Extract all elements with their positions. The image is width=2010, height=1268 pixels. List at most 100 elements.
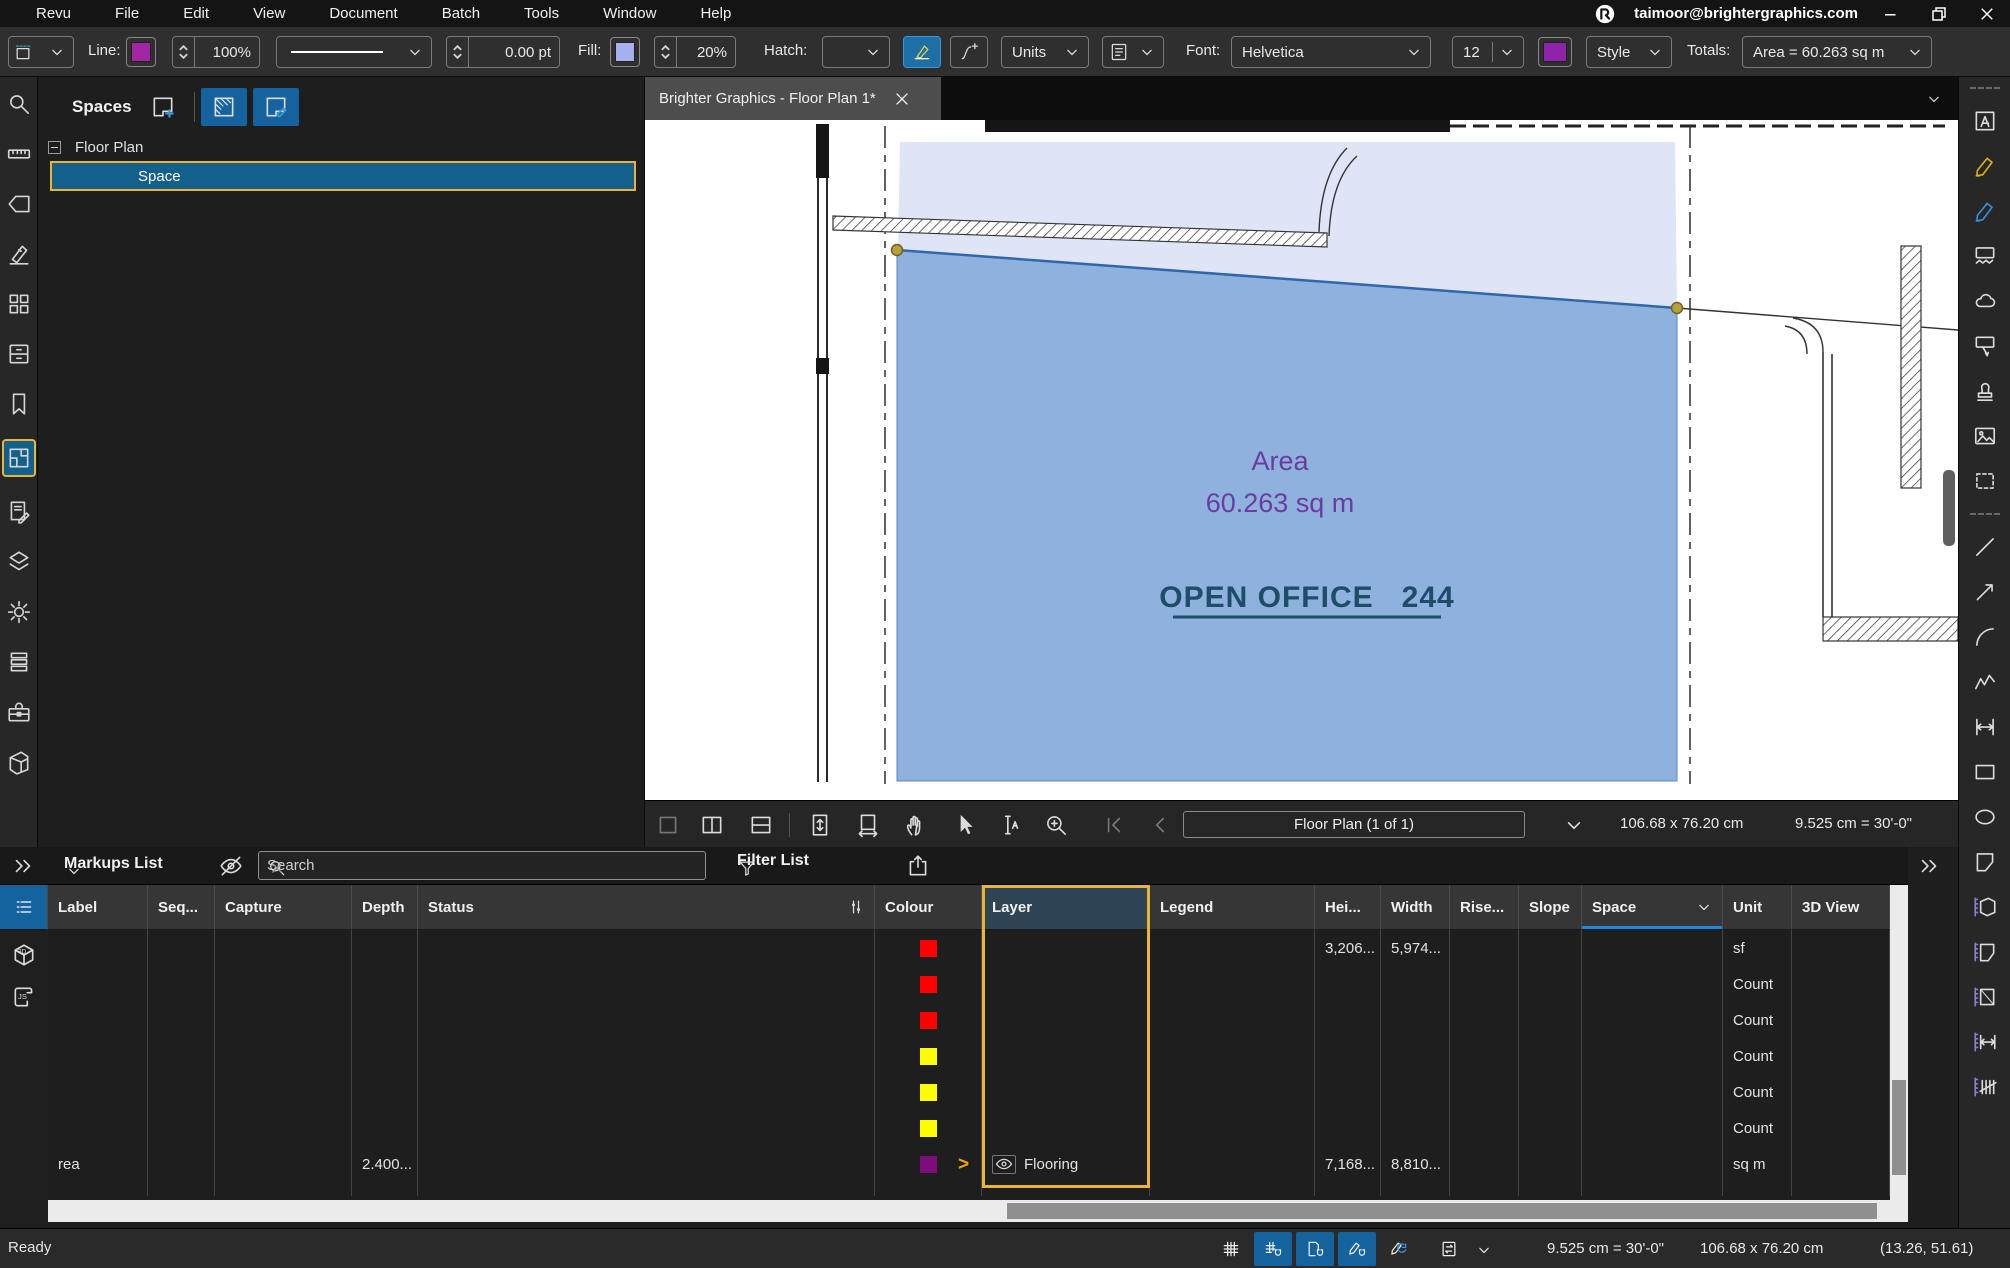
pen-tool-icon[interactable] xyxy=(1970,198,2000,224)
measure-polygon-tool-icon[interactable] xyxy=(1970,939,2000,965)
status-options-chevron-icon[interactable] xyxy=(1474,1240,1494,1260)
markups-vertical-scrollbar[interactable] xyxy=(1890,885,1908,1222)
thumbnails-icon[interactable] xyxy=(4,291,34,317)
stepper-arrows-icon[interactable] xyxy=(655,37,677,67)
select-icon[interactable] xyxy=(948,811,982,839)
single-page-view-icon[interactable] xyxy=(651,811,685,839)
3d-model-tree-icon[interactable]: 3D xyxy=(11,942,37,968)
menu-document[interactable]: Document xyxy=(307,0,419,27)
column-header-label[interactable]: Label xyxy=(48,885,148,930)
column-header-rise-[interactable]: Rise... xyxy=(1450,885,1519,930)
markup-row[interactable]: Count xyxy=(48,1110,1890,1146)
font-size-dropdown[interactable]: 12 xyxy=(1452,36,1524,68)
colour-swatch[interactable] xyxy=(920,1084,937,1101)
markup-row[interactable]: Count xyxy=(48,1038,1890,1074)
scrollbar-thumb[interactable] xyxy=(1892,1080,1906,1175)
snap-to-grid-button[interactable] xyxy=(1254,1232,1292,1266)
search-icon[interactable] xyxy=(4,91,34,117)
rectangle-tool-icon[interactable] xyxy=(1970,759,2000,785)
column-header-seq-[interactable]: Seq... xyxy=(148,885,215,930)
markup-summary-icon[interactable] xyxy=(4,499,34,525)
menu-window[interactable]: Window xyxy=(581,0,678,27)
calibrate-icon[interactable] xyxy=(4,241,34,267)
markups-list-icon[interactable] xyxy=(0,885,48,930)
filter-list-button[interactable]: Filter List xyxy=(737,852,809,870)
markups-horizontal-scrollbar[interactable] xyxy=(48,1200,1890,1222)
layer-visibility-eye-icon[interactable] xyxy=(992,1155,1016,1174)
bookmarks-icon[interactable] xyxy=(4,391,34,417)
measure-area-tool-icon[interactable] xyxy=(1970,984,2000,1010)
ellipse-tool-icon[interactable] xyxy=(1970,804,2000,830)
line-opacity-stepper[interactable]: 100% xyxy=(172,36,260,68)
column-header-space[interactable]: Space xyxy=(1582,885,1723,930)
column-header-width[interactable]: Width xyxy=(1381,885,1450,930)
totals-dropdown[interactable]: Area = 60.263 sq m xyxy=(1742,36,1932,68)
column-header-colour[interactable]: Colour xyxy=(875,885,982,930)
stamp-tool-icon[interactable] xyxy=(1970,378,2000,404)
dimension-tool-icon[interactable] xyxy=(1970,714,2000,740)
column-header-3d-view[interactable]: 3D View xyxy=(1792,885,1890,930)
font-color-swatch[interactable] xyxy=(1538,37,1572,67)
close-button[interactable] xyxy=(1972,3,2002,25)
line-width-stepper[interactable]: 0.00 pt xyxy=(446,36,560,68)
menu-batch[interactable]: Batch xyxy=(420,0,502,27)
snap-to-document-button[interactable] xyxy=(1296,1232,1334,1266)
column-header-legend[interactable]: Legend xyxy=(1150,885,1315,930)
tool-preset-dropdown[interactable] xyxy=(8,36,74,68)
menu-revu[interactable]: Revu xyxy=(14,0,93,27)
measurements-icon[interactable] xyxy=(4,141,34,167)
minimize-button[interactable] xyxy=(1876,3,1906,25)
colour-swatch[interactable] xyxy=(920,1156,937,1173)
drawing-canvas[interactable]: Area 60.263 sq m OPEN OFFICE 244 xyxy=(645,120,1958,800)
search-box[interactable] xyxy=(258,851,706,880)
edit-spaces-button[interactable] xyxy=(253,88,299,126)
zoom-icon[interactable] xyxy=(1039,811,1073,839)
colour-swatch[interactable] xyxy=(920,940,937,957)
colour-swatch[interactable] xyxy=(920,1012,937,1029)
select-text-icon[interactable] xyxy=(993,811,1027,839)
reuse-markup-button[interactable] xyxy=(1380,1232,1418,1266)
menu-help[interactable]: Help xyxy=(678,0,753,27)
stepper-arrows-icon[interactable] xyxy=(173,37,195,67)
space-handle-left[interactable] xyxy=(892,245,903,256)
clear-search-icon[interactable] xyxy=(267,858,287,878)
page-indicator[interactable]: Floor Plan (1 of 1) xyxy=(1183,811,1525,838)
font-family-dropdown[interactable]: Helvetica xyxy=(1231,36,1431,68)
caption-style-dropdown[interactable] xyxy=(1102,36,1164,68)
file-access-icon[interactable] xyxy=(4,341,34,367)
menu-view[interactable]: View xyxy=(231,0,307,27)
markups-title[interactable]: Markups List xyxy=(64,855,163,873)
studio-icon[interactable] xyxy=(4,749,34,775)
column-header-hei-[interactable]: Hei... xyxy=(1315,885,1381,930)
collapse-panel-icon[interactable] xyxy=(1916,853,1942,879)
snap-to-markup-button[interactable] xyxy=(1338,1232,1376,1266)
column-header-capture[interactable]: Capture xyxy=(215,885,352,930)
spaces-icon[interactable] xyxy=(4,441,34,475)
tree-item-space-selected[interactable]: Space xyxy=(50,161,636,191)
layers-icon[interactable] xyxy=(4,549,34,575)
scrollbar-thumb[interactable] xyxy=(1007,1203,1877,1219)
tool-chest-icon[interactable] xyxy=(4,699,34,725)
restore-button[interactable] xyxy=(1924,3,1954,25)
space-handle-right[interactable] xyxy=(1672,303,1683,314)
tab-overflow-chevron-icon[interactable] xyxy=(1924,89,1944,109)
first-page-icon[interactable] xyxy=(1097,811,1131,839)
callout-tool-icon[interactable] xyxy=(1970,333,2000,359)
filter-sliders-icon[interactable] xyxy=(846,897,866,917)
colour-swatch[interactable] xyxy=(920,1048,937,1065)
column-header-depth[interactable]: Depth xyxy=(352,885,418,930)
units-dropdown[interactable]: Units xyxy=(1001,36,1089,68)
highlight-tool-icon[interactable] xyxy=(1970,153,2000,179)
image-tool-icon[interactable] xyxy=(1970,423,2000,449)
properties-icon[interactable] xyxy=(4,599,34,625)
previous-page-icon[interactable] xyxy=(1143,811,1177,839)
javascript-console-icon[interactable]: JS xyxy=(11,984,37,1010)
polyline-tool-icon[interactable] xyxy=(1970,669,2000,695)
column-header-layer[interactable]: Layer xyxy=(982,885,1150,930)
measure-length-tool-icon[interactable] xyxy=(1970,1029,2000,1055)
dynamic-fill-button[interactable] xyxy=(950,36,988,68)
fit-page-icon[interactable] xyxy=(803,811,837,839)
synchronize-views-button[interactable] xyxy=(1430,1232,1468,1266)
collapse-icon[interactable] xyxy=(48,141,61,154)
text-tool-icon[interactable] xyxy=(1970,108,2000,134)
